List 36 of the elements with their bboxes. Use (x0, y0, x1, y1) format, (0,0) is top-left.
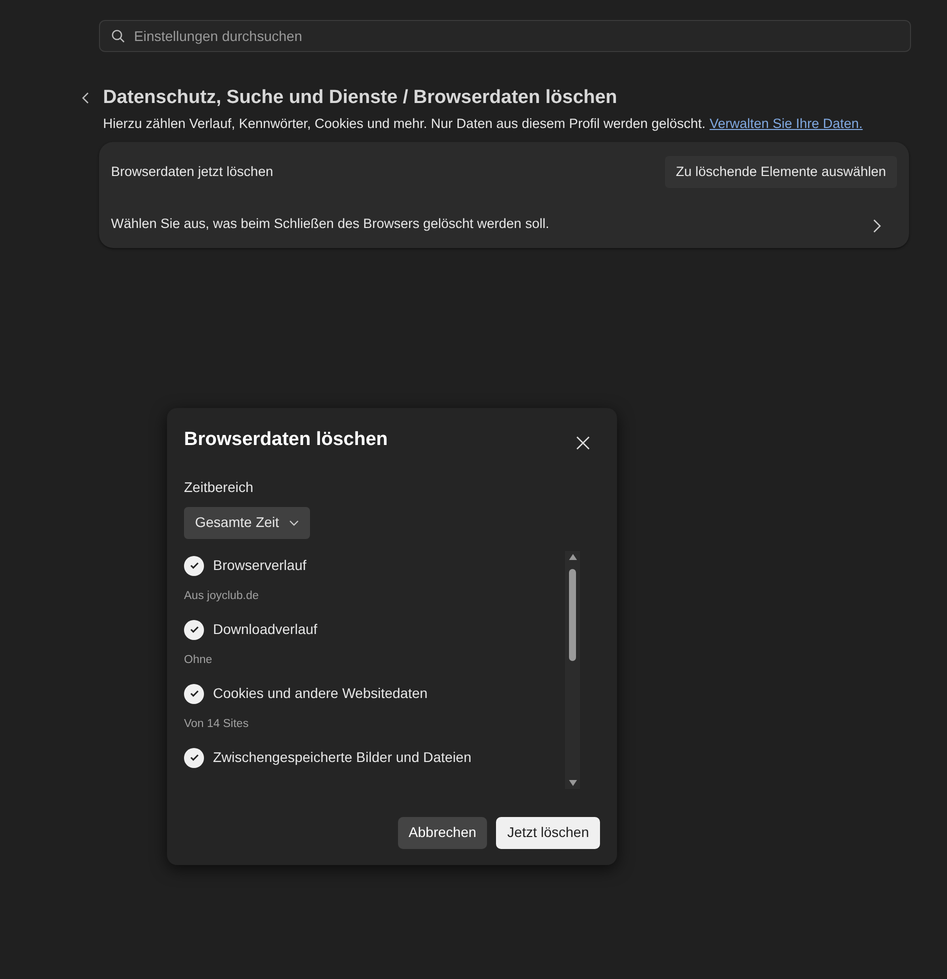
checkbox[interactable] (184, 684, 204, 704)
search-field[interactable]: Einstellungen durchsuchen (99, 20, 911, 52)
chevron-right-icon[interactable] (873, 219, 881, 234)
setting-label: Wählen Sie aus, was beim Schließen des Browsers gelöscht werden soll. (111, 215, 550, 233)
search-icon (111, 29, 125, 43)
dialog-title: Browserdaten löschen (184, 428, 388, 452)
item-detail: Von 14 Sites (184, 716, 250, 732)
checkbox-label: Cookies und andere Websitedaten (213, 684, 428, 704)
select-items-button[interactable]: Zu löschende Elemente auswählen (664, 156, 897, 188)
checkbox[interactable] (184, 748, 204, 768)
page-description: Hierzu zählen Verlauf, Kennwörter, Cookies und mehr. Nur Daten aus diesem Profil werden gelöscht. (103, 114, 706, 133)
page-title: Datenschutz, Suche und Dienste / Browserdaten löschen (103, 86, 618, 110)
item-detail: Aus joyclub.de (184, 588, 260, 604)
check-icon (190, 626, 198, 634)
scrollbar-thumb[interactable] (569, 568, 576, 661)
close-icon[interactable] (576, 436, 590, 450)
check-icon (190, 754, 198, 762)
setting-label: Browserdaten jetzt löschen (111, 162, 274, 181)
checkbox-label: Downloadverlauf (213, 620, 318, 640)
checkbox-label: Browserverlauf (213, 556, 306, 576)
delete-now-button[interactable]: Jetzt löschen (496, 816, 600, 849)
item-detail: Ohne (184, 652, 214, 668)
manage-data-link[interactable]: Verwalten Sie Ihre Daten. (710, 114, 863, 134)
time-range-dropdown[interactable]: Gesamte Zeit (184, 506, 310, 539)
checkbox[interactable] (184, 556, 204, 576)
checkbox-label: Zwischengespeicherte Bilder und Dateien (213, 748, 472, 768)
scroll-up-icon[interactable] (568, 554, 576, 560)
checkbox[interactable] (184, 620, 204, 640)
scroll-down-icon[interactable] (568, 780, 576, 786)
caret-icon (289, 520, 300, 526)
scrollbar[interactable] (565, 550, 580, 789)
cancel-button[interactable]: Abbrechen (398, 816, 488, 849)
check-icon (190, 562, 198, 570)
check-icon (190, 690, 198, 698)
back-icon[interactable] (82, 92, 90, 104)
time-range-label: Zeitbereich (184, 478, 254, 497)
